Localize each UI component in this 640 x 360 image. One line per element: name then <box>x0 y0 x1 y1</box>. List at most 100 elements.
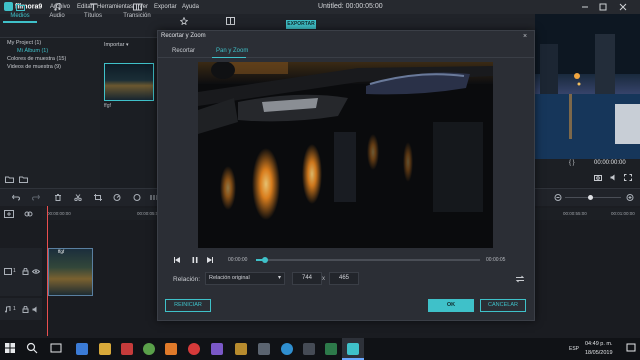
crop-icon[interactable] <box>94 194 102 201</box>
maximize-icon[interactable] <box>597 2 609 12</box>
tab-pan-zoom[interactable]: Pan y Zoom <box>216 48 248 54</box>
tab-transicion[interactable]: Transición <box>120 3 154 23</box>
height-input[interactable]: 465 <box>329 272 359 285</box>
taskbar <box>0 338 640 360</box>
step-back-icon[interactable] <box>173 256 181 264</box>
audio-track-header: 1 <box>0 298 42 320</box>
dialog-title: Recortar y Zoom <box>161 33 206 39</box>
add-track-icon[interactable] <box>4 210 14 218</box>
tab-transicion-label: Transición <box>123 13 151 19</box>
volume-icon[interactable] <box>610 174 618 181</box>
folder-up-icon[interactable] <box>19 176 28 183</box>
ruler-label-3: 00:01:00:00 <box>611 211 635 216</box>
import-button[interactable]: Importar ▾ <box>104 42 150 50</box>
menu-exportar[interactable]: Exportar <box>154 3 177 11</box>
taskbar-app-4-icon[interactable] <box>143 343 155 355</box>
library-album[interactable]: Mi Álbum (1) <box>17 47 48 55</box>
timeline-clip[interactable] <box>48 248 93 296</box>
ruler-label-2: 00:00:55:00 <box>563 211 587 216</box>
window-title-text: Untitled: <box>318 3 344 10</box>
color-icon[interactable] <box>133 194 141 201</box>
minimize-icon[interactable] <box>579 2 591 12</box>
cut-icon[interactable] <box>74 194 82 201</box>
language-indicator[interactable]: ESP <box>569 346 579 352</box>
tab-medios[interactable]: Medios <box>3 3 37 23</box>
tab-titulos-label: Títulos <box>83 13 102 19</box>
cancel-button[interactable]: CANCELAR <box>480 299 526 312</box>
redo-icon[interactable] <box>32 194 40 201</box>
active-tab-indicator <box>212 57 246 58</box>
taskbar-app-8-icon[interactable] <box>235 343 247 355</box>
search-icon[interactable] <box>26 342 38 354</box>
video-preview[interactable] <box>198 62 493 248</box>
task-view-icon[interactable] <box>50 342 62 354</box>
preview-time: 00:00:00:00 <box>594 160 626 166</box>
speaker-icon[interactable] <box>32 306 40 313</box>
taskbar-app-3-icon[interactable] <box>121 343 133 355</box>
ratio-dropdown[interactable]: Relación original ▾ <box>205 272 285 285</box>
fullscreen-icon[interactable] <box>624 174 632 181</box>
effects-icon[interactable] <box>180 17 188 25</box>
media-thumbnail-label: ffgf <box>104 103 111 109</box>
windows-start-icon[interactable] <box>4 342 16 354</box>
taskbar-app-5-icon[interactable] <box>165 343 177 355</box>
timeline-zoom-knob[interactable] <box>588 195 593 200</box>
transition-icon <box>132 3 142 11</box>
taskbar-app-10-icon[interactable] <box>281 343 293 355</box>
library-project[interactable]: My Project (1) <box>7 39 41 47</box>
tab-titulos[interactable]: Títulos <box>76 3 110 23</box>
audio-track-number: 1 <box>13 306 16 312</box>
close-window-icon[interactable] <box>617 2 629 12</box>
clock-date[interactable]: 18/05/2019 <box>585 350 613 356</box>
swap-icon[interactable] <box>515 275 525 283</box>
split-screen-icon[interactable] <box>226 17 235 25</box>
taskbar-app-12-icon[interactable] <box>325 343 337 355</box>
ok-button[interactable]: OK <box>428 299 474 312</box>
taskbar-app-2-icon[interactable] <box>99 343 111 355</box>
audio-lock-icon[interactable] <box>22 306 29 313</box>
music-note-icon <box>53 3 62 11</box>
export-button[interactable]: EXPORTAR <box>286 20 316 29</box>
taskbar-app-1-icon[interactable] <box>76 343 88 355</box>
clock-time[interactable]: 04:49 p. m. <box>585 341 613 347</box>
lock-icon[interactable] <box>22 268 29 275</box>
delete-icon[interactable] <box>54 194 62 201</box>
scrub-bar[interactable] <box>256 259 480 261</box>
taskbar-app-11-icon[interactable] <box>303 343 315 355</box>
current-time: 00:00:00 <box>228 257 248 263</box>
speed-icon[interactable] <box>113 194 121 201</box>
eye-icon[interactable] <box>32 268 40 275</box>
video-track-number: 1 <box>13 268 16 274</box>
zoom-out-icon[interactable] <box>554 194 562 201</box>
video-track-header: 1 <box>0 248 42 296</box>
video-track-icon <box>4 268 12 275</box>
link-icon[interactable] <box>24 210 33 218</box>
step-forward-icon[interactable] <box>206 256 214 264</box>
scrub-handle[interactable] <box>261 257 268 263</box>
pause-icon[interactable] <box>191 256 199 264</box>
undo-icon[interactable] <box>12 194 20 201</box>
snapshot-icon[interactable] <box>594 174 602 181</box>
library-sample-videos[interactable]: Videos de muestra (9) <box>7 63 61 71</box>
taskbar-app-9-icon[interactable] <box>258 343 270 355</box>
taskbar-app-7-icon[interactable] <box>211 343 223 355</box>
close-icon[interactable]: × <box>523 33 527 40</box>
bracket-icon[interactable]: { } <box>569 160 575 166</box>
notifications-icon[interactable] <box>626 343 636 353</box>
text-icon <box>89 3 98 11</box>
tab-medios-label: Medios <box>10 13 30 19</box>
library-sample-colors[interactable]: Colores de muestra (15) <box>7 55 66 63</box>
window-title-time: 00:00:05:00 <box>345 3 383 10</box>
media-thumbnail[interactable] <box>104 63 154 101</box>
playhead[interactable] <box>47 206 48 336</box>
width-input[interactable]: 744 <box>292 272 322 285</box>
tab-recortar[interactable]: Recortar <box>172 48 195 54</box>
menu-ayuda[interactable]: Ayuda <box>182 3 199 11</box>
reset-button[interactable]: REINICIAR <box>165 299 211 312</box>
new-folder-icon[interactable] <box>5 176 14 183</box>
tab-audio[interactable]: Audio <box>40 3 74 23</box>
zoom-in-icon[interactable] <box>626 194 634 201</box>
filmora-icon[interactable] <box>347 343 359 355</box>
timeline-zoom-slider[interactable] <box>565 197 621 198</box>
taskbar-app-6-icon[interactable] <box>188 343 200 355</box>
